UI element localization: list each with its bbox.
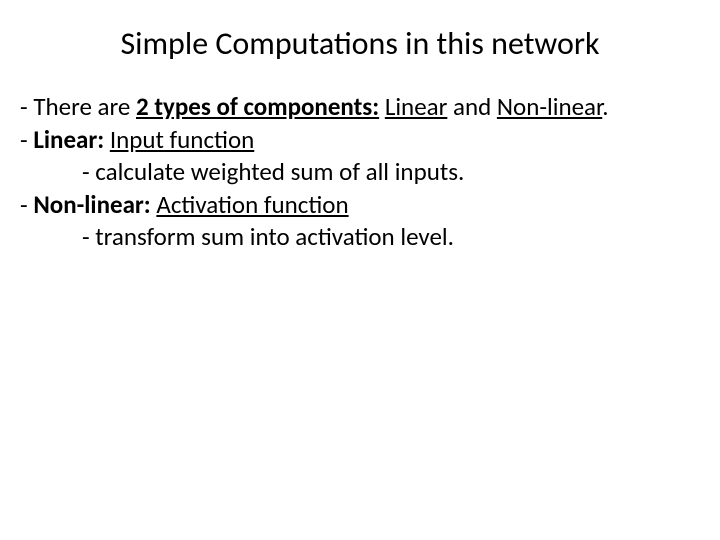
line-nonlinear: - Non-linear: Activation function [20,189,700,222]
slide-body: - There are 2 types of components: Linea… [20,91,700,254]
text-underline: Input function [110,124,254,155]
dash: - [20,124,33,155]
text-bold: Non-linear: [33,189,150,220]
line-linear: - Linear: Input function [20,124,700,157]
text: . [602,91,608,122]
text: - calculate weighted sum of all inputs. [82,156,464,187]
dash: - [20,91,33,122]
text-underline: Linear [385,91,448,122]
slide: Simple Computations in this network - Th… [0,0,720,540]
slide-title: Simple Computations in this network [20,24,700,63]
text: There are [33,91,136,122]
dash: - [20,189,33,220]
text: and [447,91,497,122]
line-linear-detail: - calculate weighted sum of all inputs. [20,156,700,189]
line-nonlinear-detail: - transform sum into activation level. [20,221,700,254]
text-bold-underline: 2 types of components: [136,91,379,122]
text-underline: Non-linear [497,91,602,122]
text-underline: Activation function [156,189,348,220]
text: - transform sum into activation level. [82,221,454,252]
line-components: - There are 2 types of components: Linea… [20,91,700,124]
text-bold: Linear: [33,124,104,155]
